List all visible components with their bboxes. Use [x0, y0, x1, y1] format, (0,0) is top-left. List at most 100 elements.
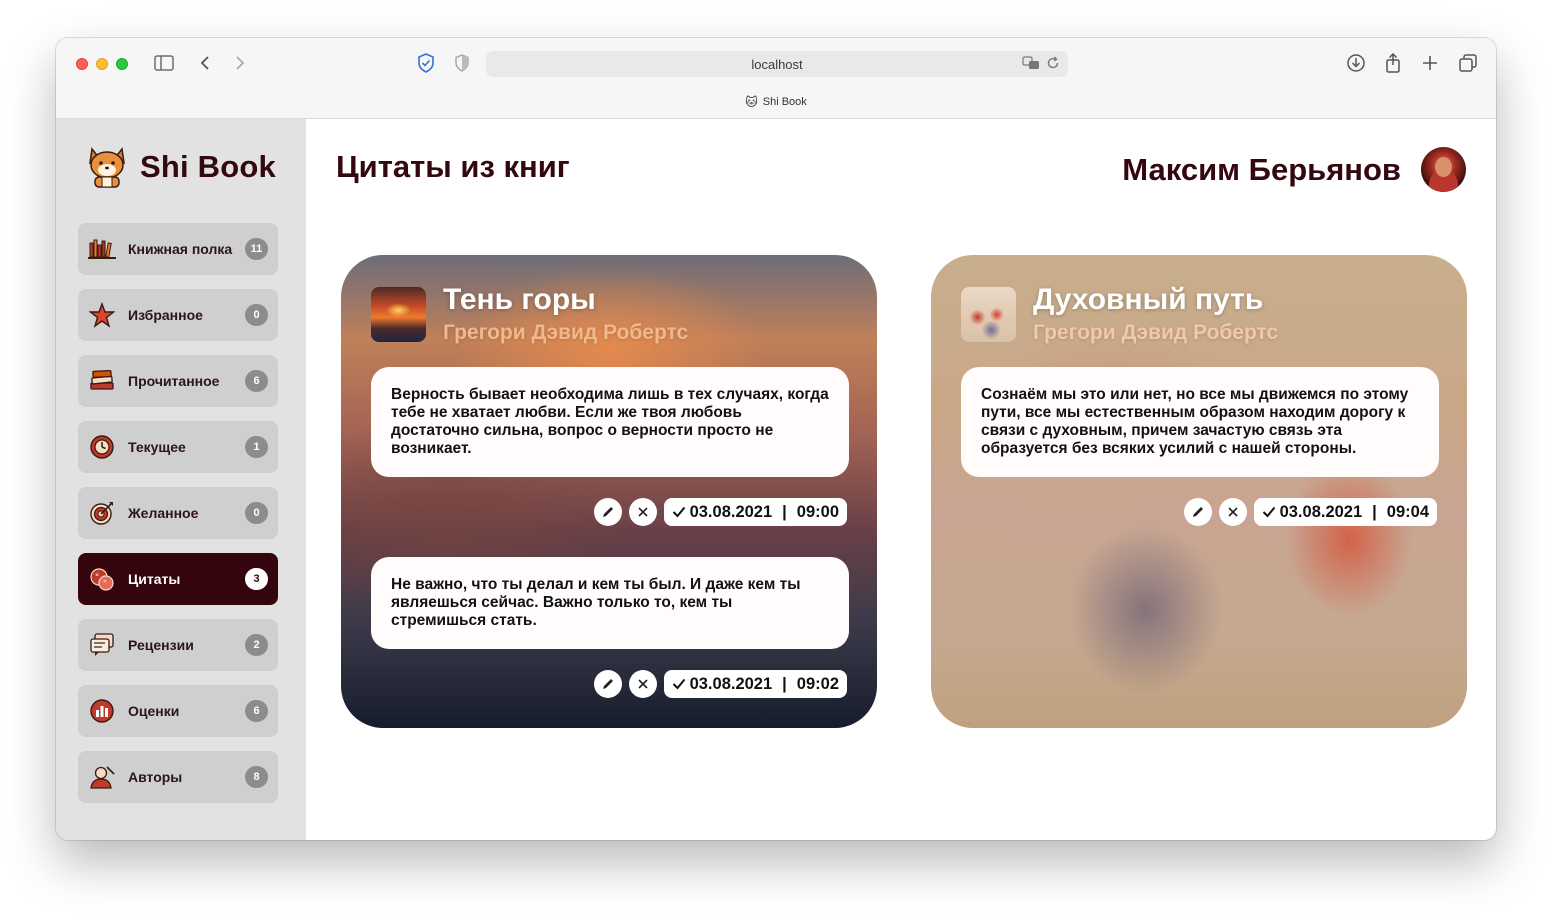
sidebar-item-label: Текущее [128, 439, 186, 455]
checkmark-icon [672, 506, 685, 518]
forward-icon[interactable] [228, 51, 252, 75]
sidebar-item-label: Авторы [128, 769, 183, 785]
count-badge: 3 [245, 568, 268, 590]
book-author[interactable]: Грегори Дэвид Робертс [443, 321, 688, 345]
svg-text:": " [95, 573, 99, 583]
pencil-icon [1192, 507, 1203, 517]
date-separator: | [1372, 502, 1377, 521]
url-text: localhost [751, 56, 803, 72]
close-icon [638, 507, 648, 517]
date-separator: | [782, 502, 787, 521]
book-cover[interactable] [371, 287, 426, 342]
count-badge: 11 [245, 238, 268, 260]
pencil-icon [602, 507, 613, 517]
tab-active[interactable]: 🐱 Shi Book [56, 95, 1496, 109]
delete-button[interactable] [628, 498, 657, 526]
date-text: 03.08.2021 [1279, 502, 1363, 521]
share-icon[interactable] [1381, 51, 1405, 75]
checkmark-icon [1262, 506, 1275, 518]
quotes-icon: " " [88, 565, 116, 593]
sidebar-item-label: Прочитанное [128, 373, 220, 389]
sidebar-item-label: Желанное [128, 505, 199, 521]
sidebar-item-ratings[interactable]: Оценки 6 [78, 685, 278, 737]
quote-date: 03.08.2021 | 09:02 [663, 670, 847, 698]
page-title: Цитаты из книг [336, 149, 570, 184]
app-logo[interactable]: Shi Book [86, 145, 276, 189]
sidebar-item-label: Рецензии [128, 637, 194, 653]
edit-button[interactable] [593, 670, 622, 698]
close-icon [1228, 507, 1238, 517]
back-icon[interactable] [193, 51, 217, 75]
close-icon [638, 679, 648, 689]
address-bar[interactable]: localhost [486, 51, 1068, 77]
sidebar-item-label: Оценки [128, 703, 180, 719]
date-separator: | [782, 674, 787, 693]
delete-button[interactable] [628, 670, 657, 698]
user-name: Максим Берьянов [1122, 151, 1401, 187]
book-title[interactable]: Тень горы [443, 283, 596, 317]
sidebar-item-wishlist[interactable]: Желанное 0 [78, 487, 278, 539]
avatar[interactable] [1421, 147, 1466, 192]
book-stack-icon [88, 367, 116, 395]
quote-text: Не важно, что ты делал и кем ты был. И д… [371, 557, 849, 649]
user-profile[interactable]: Максим Берьянов [1122, 147, 1466, 192]
author-icon [88, 763, 116, 791]
count-badge: 2 [245, 634, 268, 656]
close-window-button[interactable] [76, 58, 88, 70]
app-name: Shi Book [140, 149, 276, 184]
quote-text: Сознаём мы это или нет, но все мы движем… [961, 367, 1439, 477]
time-text: 09:02 [796, 674, 839, 693]
sidebar-item-label: Избранное [128, 307, 203, 323]
privacy-shield-icon[interactable] [414, 51, 438, 75]
shield-half-icon[interactable] [450, 51, 474, 75]
shiba-dog-icon [89, 147, 125, 188]
sidebar-item-bookshelf[interactable]: Книжная полка 11 [78, 223, 278, 275]
sidebar: Shi Book Книжная полка 11 Избранное 0 Пр… [56, 119, 306, 840]
quote-date: 03.08.2021 | 09:00 [663, 498, 847, 526]
book-title[interactable]: Духовный путь [1033, 283, 1263, 317]
edit-button[interactable] [593, 498, 622, 526]
delete-button[interactable] [1218, 498, 1247, 526]
edit-button[interactable] [1183, 498, 1212, 526]
date-text: 03.08.2021 [689, 502, 773, 521]
time-text: 09:00 [796, 502, 839, 521]
sidebar-item-label: Цитаты [128, 571, 181, 587]
sidebar-item-read[interactable]: Прочитанное 6 [78, 355, 278, 407]
date-text: 03.08.2021 [689, 674, 773, 693]
pencil-icon [602, 679, 613, 689]
sidebar-item-authors[interactable]: Авторы 8 [78, 751, 278, 803]
quote-date: 03.08.2021 | 09:04 [1253, 498, 1437, 526]
new-tab-icon[interactable] [1418, 51, 1442, 75]
minimize-window-button[interactable] [96, 58, 108, 70]
count-badge: 8 [245, 766, 268, 788]
translate-icon[interactable] [1022, 56, 1040, 73]
main-content: Цитаты из книг Максим Берьянов Тень горы… [306, 119, 1496, 840]
review-icon [88, 631, 116, 659]
sidebar-toggle-icon[interactable] [152, 51, 176, 75]
quote-actions: 03.08.2021 | 09:00 [593, 498, 847, 526]
browser-window: localhost 🐱 Shi Book Shi Book Книжная по… [56, 38, 1496, 840]
checkmark-icon [672, 678, 685, 690]
sidebar-item-quotes[interactable]: " " Цитаты 3 [78, 553, 278, 605]
count-badge: 1 [245, 436, 268, 458]
sidebar-item-label: Книжная полка [128, 241, 233, 257]
count-badge: 0 [245, 304, 268, 326]
download-icon[interactable] [1344, 51, 1368, 75]
svg-text:": " [103, 579, 107, 588]
quote-card: Тень горы Грегори Дэвид Робертс Верность… [341, 255, 877, 728]
rating-icon [88, 697, 116, 725]
quote-text: Верность бывает необходима лишь в тех сл… [371, 367, 849, 477]
quote-actions: 03.08.2021 | 09:02 [593, 670, 847, 698]
sidebar-item-favorites[interactable]: Избранное 0 [78, 289, 278, 341]
maximize-window-button[interactable] [116, 58, 128, 70]
sidebar-item-current[interactable]: Текущее 1 [78, 421, 278, 473]
clock-target-icon [88, 433, 116, 461]
tab-overview-icon[interactable] [1456, 51, 1480, 75]
book-author[interactable]: Грегори Дэвид Робертс [1033, 321, 1278, 345]
count-badge: 6 [245, 370, 268, 392]
book-cover[interactable] [961, 287, 1016, 342]
bookshelf-icon [88, 235, 116, 263]
tab-title: Shi Book [762, 96, 807, 108]
sidebar-item-reviews[interactable]: Рецензии 2 [78, 619, 278, 671]
reload-icon[interactable] [1046, 56, 1060, 73]
